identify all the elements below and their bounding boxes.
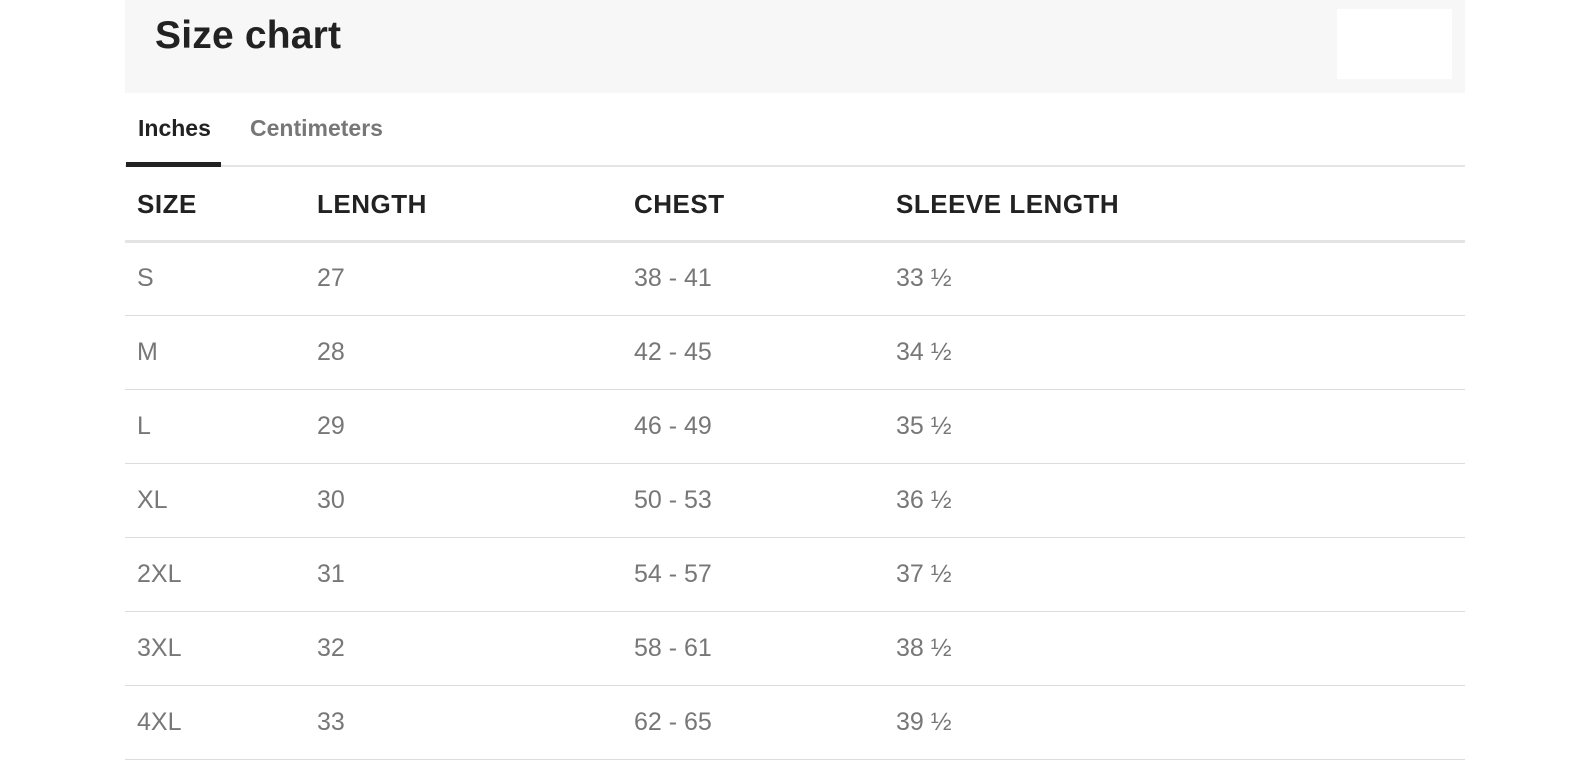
cell-size: XL <box>125 463 317 538</box>
table-row: L 29 46 - 49 35 ½ <box>125 389 1465 464</box>
cell-size: 2XL <box>125 537 317 612</box>
cell-sleeve-length: 33 ½ <box>896 241 1465 316</box>
column-header-chest: CHEST <box>634 167 896 243</box>
column-header-sleeve-length: SLEEVE LENGTH <box>896 167 1465 243</box>
cell-size: 3XL <box>125 611 317 686</box>
table-row: 3XL 32 58 - 61 38 ½ <box>125 611 1465 686</box>
close-button[interactable] <box>1337 9 1452 79</box>
cell-chest: 54 - 57 <box>634 537 896 612</box>
cell-length: 27 <box>317 241 634 316</box>
size-table: SIZE LENGTH CHEST SLEEVE LENGTH S 27 38 … <box>125 167 1465 760</box>
cell-size: 4XL <box>125 685 317 760</box>
cell-length: 30 <box>317 463 634 538</box>
column-header-size: SIZE <box>125 167 317 243</box>
cell-chest: 38 - 41 <box>634 241 896 316</box>
cell-length: 32 <box>317 611 634 686</box>
table-row: 4XL 33 62 - 65 39 ½ <box>125 685 1465 760</box>
cell-length: 33 <box>317 685 634 760</box>
cell-chest: 58 - 61 <box>634 611 896 686</box>
size-chart-header: Size chart <box>125 0 1465 93</box>
cell-sleeve-length: 35 ½ <box>896 389 1465 464</box>
cell-length: 29 <box>317 389 634 464</box>
cell-chest: 46 - 49 <box>634 389 896 464</box>
tab-inches[interactable]: Inches <box>138 115 211 142</box>
tab-centimeters[interactable]: Centimeters <box>250 115 383 142</box>
cell-sleeve-length: 39 ½ <box>896 685 1465 760</box>
cell-length: 28 <box>317 315 634 390</box>
cell-size: S <box>125 241 317 316</box>
active-tab-indicator <box>126 162 221 167</box>
cell-length: 31 <box>317 537 634 612</box>
cell-sleeve-length: 38 ½ <box>896 611 1465 686</box>
cell-size: M <box>125 315 317 390</box>
column-header-length: LENGTH <box>317 167 634 243</box>
cell-size: L <box>125 389 317 464</box>
cell-chest: 50 - 53 <box>634 463 896 538</box>
page-title: Size chart <box>155 14 342 57</box>
cell-chest: 62 - 65 <box>634 685 896 760</box>
table-row: XL 30 50 - 53 36 ½ <box>125 463 1465 538</box>
cell-sleeve-length: 34 ½ <box>896 315 1465 390</box>
unit-tabs: Inches Centimeters <box>125 93 1465 167</box>
size-chart-panel: Size chart Inches Centimeters SIZE LENGT… <box>125 0 1465 760</box>
cell-chest: 42 - 45 <box>634 315 896 390</box>
table-row: M 28 42 - 45 34 ½ <box>125 315 1465 390</box>
table-row: S 27 38 - 41 33 ½ <box>125 241 1465 316</box>
table-row: 2XL 31 54 - 57 37 ½ <box>125 537 1465 612</box>
cell-sleeve-length: 37 ½ <box>896 537 1465 612</box>
table-header-row: SIZE LENGTH CHEST SLEEVE LENGTH <box>125 167 1465 243</box>
cell-sleeve-length: 36 ½ <box>896 463 1465 538</box>
